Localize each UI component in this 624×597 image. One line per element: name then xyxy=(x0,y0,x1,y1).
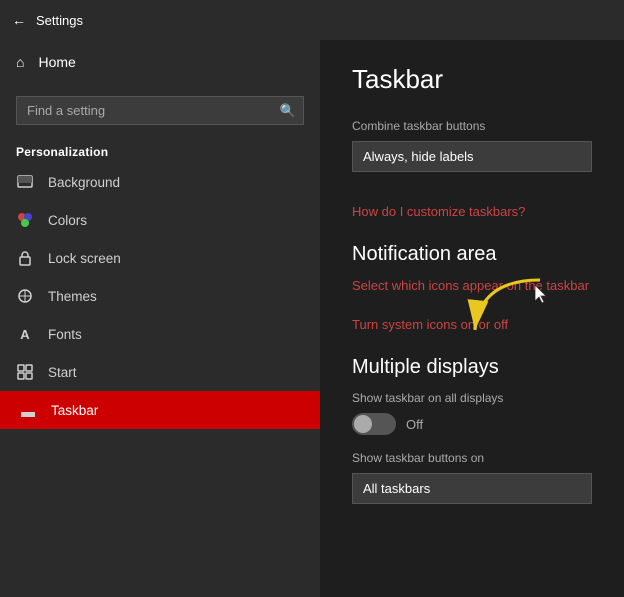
show-taskbar-label: Show taskbar on all displays xyxy=(352,391,592,405)
sidebar-item-start-label: Start xyxy=(48,365,77,380)
sidebar-home-label: Home xyxy=(38,54,75,70)
sidebar-item-themes-label: Themes xyxy=(48,289,97,304)
system-icons-link[interactable]: Turn system icons on or off xyxy=(352,317,592,332)
combine-dropdown[interactable]: Always, hide labels When taskbar is full… xyxy=(352,141,592,172)
sidebar-item-background[interactable]: Background xyxy=(0,163,320,201)
colors-icon xyxy=(16,211,34,229)
sidebar-item-taskbar[interactable]: Taskbar xyxy=(0,391,320,429)
taskbar-icon xyxy=(19,401,37,419)
lock-screen-icon xyxy=(16,249,34,267)
home-icon: ⌂ xyxy=(16,54,24,70)
sidebar-search-container: 🔍 xyxy=(16,96,304,125)
toggle-state-label: Off xyxy=(406,417,423,432)
sidebar-item-lock-screen[interactable]: Lock screen xyxy=(0,239,320,277)
combine-label: Combine taskbar buttons xyxy=(352,119,592,133)
sidebar: ⌂ Home 🔍 Personalization Background Colo… xyxy=(0,40,320,597)
title-bar-title: Settings xyxy=(36,13,83,28)
show-taskbar-buttons-label: Show taskbar buttons on xyxy=(352,451,592,465)
sidebar-item-colors-label: Colors xyxy=(48,213,87,228)
toggle-knob xyxy=(354,415,372,433)
start-icon xyxy=(16,363,34,381)
select-icons-link[interactable]: Select which icons appear on the taskbar xyxy=(352,278,592,293)
back-button[interactable]: ← xyxy=(12,12,26,28)
multiple-displays-heading: Multiple displays xyxy=(352,356,592,379)
show-taskbar-toggle[interactable] xyxy=(352,413,396,435)
themes-icon xyxy=(16,287,34,305)
sidebar-item-taskbar-label: Taskbar xyxy=(51,403,98,418)
fonts-icon: A xyxy=(16,325,34,343)
show-taskbar-buttons-dropdown[interactable]: All taskbars Main taskbar only xyxy=(352,473,592,504)
sidebar-item-fonts[interactable]: A Fonts xyxy=(0,315,320,353)
search-input[interactable] xyxy=(16,96,304,125)
sidebar-item-start[interactable]: Start xyxy=(0,353,320,391)
main-layout: ⌂ Home 🔍 Personalization Background Colo… xyxy=(0,40,624,597)
sidebar-item-home[interactable]: ⌂ Home xyxy=(0,40,320,84)
content-area: Taskbar Combine taskbar buttons Always, … xyxy=(320,40,624,597)
background-icon xyxy=(16,173,34,191)
notification-area-heading: Notification area xyxy=(352,243,592,266)
page-title: Taskbar xyxy=(352,64,592,95)
search-icon: 🔍 xyxy=(280,103,296,119)
sidebar-item-fonts-label: Fonts xyxy=(48,327,82,342)
taskbar-toggle-row: Off xyxy=(352,413,592,435)
title-bar: ← Settings xyxy=(0,0,624,40)
customize-taskbars-link[interactable]: How do I customize taskbars? xyxy=(352,204,592,219)
sidebar-item-themes[interactable]: Themes xyxy=(0,277,320,315)
sidebar-section-label: Personalization xyxy=(0,137,320,163)
sidebar-item-colors[interactable]: Colors xyxy=(0,201,320,239)
sidebar-item-lock-screen-label: Lock screen xyxy=(48,251,121,266)
sidebar-item-background-label: Background xyxy=(48,175,120,190)
